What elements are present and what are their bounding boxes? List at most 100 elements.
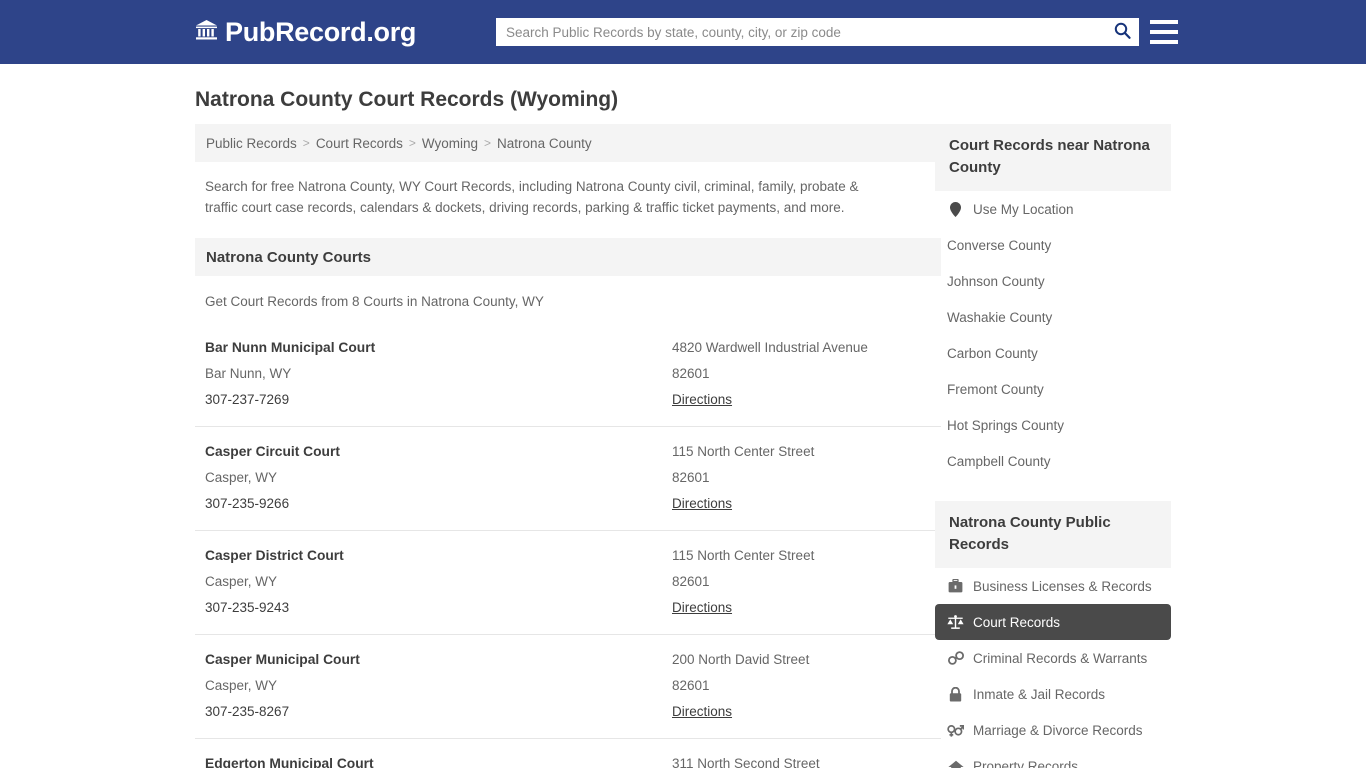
court-address-block: 200 North David Street 82601 Directions: [672, 647, 941, 725]
menu-bar-3: [1150, 40, 1178, 44]
sidebar-item-label: Converse County: [947, 237, 1052, 253]
table-row: Bar Nunn Municipal Court Bar Nunn, WY 30…: [195, 323, 941, 427]
page-intro-text: Search for free Natrona County, WY Court…: [205, 179, 859, 215]
sidebar-item-campbell-county[interactable]: Campbell County: [935, 443, 1171, 479]
page-title: Natrona County Court Records (Wyoming): [195, 88, 619, 111]
court-city-state: Casper, WY: [205, 678, 278, 693]
menu-bar-2: [1150, 30, 1178, 34]
sidebar-item-use-my-location[interactable]: Use My Location: [935, 191, 1171, 227]
sidebar-item-criminal-records[interactable]: Criminal Records & Warrants: [935, 640, 1171, 676]
sidebar-item-fremont-county[interactable]: Fremont County: [935, 371, 1171, 407]
search-icon: [1114, 22, 1131, 42]
site-header: PubRecord.org: [0, 0, 1366, 64]
table-row: Casper District Court Casper, WY 307-235…: [195, 531, 941, 635]
court-list: Bar Nunn Municipal Court Bar Nunn, WY 30…: [195, 323, 941, 768]
nearby-panel-header: Court Records near Natrona County: [935, 124, 1171, 191]
sidebar-item-business-licenses[interactable]: Business Licenses & Records: [935, 568, 1171, 604]
breadcrumb-separator: >: [302, 136, 310, 150]
sidebar-item-label: Use My Location: [973, 201, 1074, 217]
sidebar-item-marriage-divorce-records[interactable]: Marriage & Divorce Records: [935, 712, 1171, 748]
nearby-county-list: Use My Location Converse County Johnson …: [935, 191, 1171, 479]
directions-link[interactable]: Directions: [672, 491, 732, 517]
breadcrumb-item-natrona-county[interactable]: Natrona County: [497, 136, 592, 151]
court-street-address: 115 North Center Street: [672, 548, 815, 563]
sidebar-item-converse-county[interactable]: Converse County: [935, 227, 1171, 263]
list-item: Criminal Records & Warrants: [935, 640, 1171, 676]
sidebar-item-label: Property Records: [973, 758, 1079, 768]
list-item: Converse County: [935, 227, 1171, 263]
list-item: Fremont County: [935, 371, 1171, 407]
breadcrumb-item-public-records[interactable]: Public Records: [206, 136, 297, 151]
lock-icon: [947, 686, 964, 702]
briefcase-icon: [947, 579, 964, 593]
list-item: Washakie County: [935, 299, 1171, 335]
table-row: Casper Circuit Court Casper, WY 307-235-…: [195, 427, 941, 531]
court-street-address: 311 North Second Street: [672, 756, 820, 768]
sidebar-item-washakie-county[interactable]: Washakie County: [935, 299, 1171, 335]
breadcrumb-item-court-records[interactable]: Court Records: [316, 136, 403, 151]
court-street-address: 115 North Center Street: [672, 444, 815, 459]
sidebar-item-label: Inmate & Jail Records: [973, 686, 1106, 702]
sidebar-item-label: Marriage & Divorce Records: [973, 722, 1143, 738]
court-city-state: Bar Nunn, WY: [205, 366, 292, 381]
sidebar: Court Records near Natrona County Use My…: [935, 124, 1171, 768]
court-address-block: 4820 Wardwell Industrial Avenue 82601 Di…: [672, 335, 941, 413]
court-name-link[interactable]: Casper District Court: [205, 543, 672, 569]
map-pin-icon: [947, 201, 964, 217]
search-button[interactable]: [1105, 18, 1139, 46]
content-container: Public Records > Court Records > Wyoming…: [195, 124, 1171, 768]
sidebar-item-inmate-jail-records[interactable]: Inmate & Jail Records: [935, 676, 1171, 712]
court-street-address: 200 North David Street: [672, 652, 810, 667]
brand-name: PubRecord.org: [225, 16, 417, 47]
court-city-state: Casper, WY: [205, 574, 278, 589]
court-phone: 307-235-9243: [205, 600, 290, 615]
search-input[interactable]: [496, 18, 1105, 46]
directions-link[interactable]: Directions: [672, 699, 732, 725]
breadcrumb-separator: >: [408, 136, 416, 150]
directions-link[interactable]: Directions: [672, 387, 732, 413]
court-city-state: Casper, WY: [205, 470, 278, 485]
list-item: Campbell County: [935, 443, 1171, 479]
sidebar-item-label: Carbon County: [947, 345, 1038, 361]
sidebar-item-property-records[interactable]: Property Records: [935, 748, 1171, 768]
sidebar-item-label: Fremont County: [947, 381, 1044, 397]
sidebar-item-hot-springs-county[interactable]: Hot Springs County: [935, 407, 1171, 443]
sidebar-item-court-records[interactable]: Court Records: [935, 604, 1171, 640]
venus-mars-icon: [947, 723, 964, 738]
court-info: Casper Circuit Court Casper, WY 307-235-…: [205, 439, 672, 517]
list-item: Inmate & Jail Records: [935, 676, 1171, 712]
hamburger-menu-icon[interactable]: [1150, 17, 1178, 47]
court-name-link[interactable]: Bar Nunn Municipal Court: [205, 335, 672, 361]
sidebar-item-label: Campbell County: [947, 453, 1051, 469]
site-logo[interactable]: PubRecord.org: [195, 16, 417, 47]
list-item: Carbon County: [935, 335, 1171, 371]
court-info: Casper Municipal Court Casper, WY 307-23…: [205, 647, 672, 725]
court-zip: 82601: [672, 678, 710, 693]
menu-bar-1: [1150, 20, 1178, 24]
scales-of-justice-icon: [947, 614, 964, 630]
public-records-panel-header: Natrona County Public Records: [935, 501, 1171, 568]
court-street-address: 4820 Wardwell Industrial Avenue: [672, 340, 868, 355]
court-address-block: 115 North Center Street 82601 Directions: [672, 543, 941, 621]
list-item: Court Records: [935, 604, 1171, 640]
courts-section-header: Natrona County Courts: [195, 238, 941, 276]
court-name-link[interactable]: Casper Circuit Court: [205, 439, 672, 465]
directions-link[interactable]: Directions: [672, 595, 732, 621]
court-name-link[interactable]: Edgerton Municipal Court: [205, 751, 672, 768]
sidebar-item-carbon-county[interactable]: Carbon County: [935, 335, 1171, 371]
court-address-block: 115 North Center Street 82601 Directions: [672, 439, 941, 517]
list-item: Johnson County: [935, 263, 1171, 299]
public-records-panel-title: Natrona County Public Records: [949, 514, 1111, 553]
court-address-block: 311 North Second Street 82635 Directions: [672, 751, 941, 768]
court-info: Bar Nunn Municipal Court Bar Nunn, WY 30…: [205, 335, 672, 413]
breadcrumb-item-wyoming[interactable]: Wyoming: [422, 136, 478, 151]
sidebar-item-johnson-county[interactable]: Johnson County: [935, 263, 1171, 299]
list-item: Hot Springs County: [935, 407, 1171, 443]
nearby-panel-title: Court Records near Natrona County: [949, 137, 1150, 176]
court-zip: 82601: [672, 470, 710, 485]
court-name-link[interactable]: Casper Municipal Court: [205, 647, 672, 673]
sidebar-item-label: Hot Springs County: [947, 417, 1065, 433]
breadcrumb-separator: >: [484, 136, 492, 150]
court-info: Casper District Court Casper, WY 307-235…: [205, 543, 672, 621]
list-item: Business Licenses & Records: [935, 568, 1171, 604]
